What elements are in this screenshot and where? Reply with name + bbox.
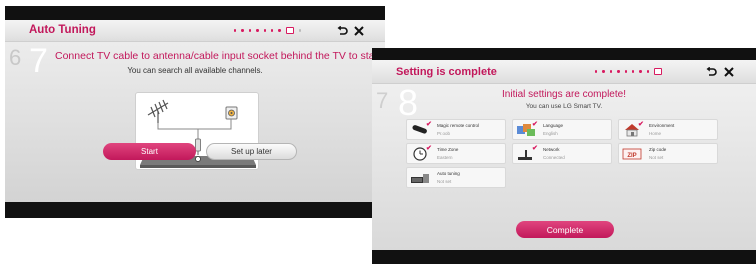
setting-value: Home (649, 131, 662, 136)
close-x-icon[interactable] (722, 65, 736, 79)
stage: Auto Tuning 6 7 8 Connect TV cable to an… (0, 0, 756, 264)
setting-value: Connected (543, 155, 565, 160)
back-arrow-icon[interactable] (704, 65, 718, 79)
instruction-subtext: You can search all available channels. (127, 66, 263, 75)
content-area: 6 7 8 Connect TV cable to antenna/cable … (5, 42, 415, 202)
page-title: Auto Tuning (29, 24, 96, 36)
setting-value: English (543, 131, 558, 136)
setting-value: Pr.oob (437, 131, 451, 136)
header-bar: Setting is complete (372, 60, 756, 84)
setting-label: Zip code (649, 147, 667, 152)
antenna-icon (147, 99, 169, 123)
set-up-later-button[interactable]: Set up later (206, 143, 297, 160)
setting-label: Time Zone (437, 147, 459, 152)
setting-tile-environment: ✔ Environment Home (618, 119, 718, 140)
check-icon: ✔ (638, 121, 644, 128)
bottom-letterbox (372, 250, 756, 264)
top-letterbox (5, 6, 385, 20)
setting-label: Network (543, 147, 560, 152)
completion-subheading: You can use LG Smart TV. (525, 103, 603, 110)
step-indicator (595, 68, 663, 75)
setting-tile-time-zone: ✔ Time Zone Eastern (406, 143, 506, 164)
content-area: 7 8 Initial settings are complete! You c… (372, 84, 756, 250)
complete-button[interactable]: Complete (516, 221, 614, 238)
completion-heading: Initial settings are complete! (502, 89, 626, 100)
start-button[interactable]: Start (103, 143, 196, 160)
back-arrow-icon[interactable] (335, 24, 349, 38)
check-icon: ✔ (426, 145, 432, 152)
zip-icon: ZIP (622, 147, 642, 161)
setting-value: Not set (437, 179, 452, 184)
wall-socket-icon (225, 106, 238, 120)
setting-tile-network: ✔ Network Connected (512, 143, 612, 164)
step-indicator (234, 27, 302, 34)
check-icon: ✔ (532, 121, 538, 128)
tv-tuning-icon (410, 171, 430, 185)
setting-value: Not set (649, 155, 664, 160)
close-x-icon[interactable] (352, 24, 366, 38)
check-icon: ✔ (426, 121, 432, 128)
bottom-letterbox (5, 202, 385, 218)
setting-tile-magic-remote: ✔ Magic remote control Pr.oob (406, 119, 506, 140)
setting-value: Eastern (437, 155, 453, 160)
setting-label: Magic remote control (437, 123, 480, 128)
setting-tile-language: ✔ Language English (512, 119, 612, 140)
top-letterbox (372, 48, 756, 60)
auto-tuning-screen: Auto Tuning 6 7 8 Connect TV cable to an… (5, 6, 415, 218)
setting-label: Auto tuning (437, 171, 460, 176)
setting-label: Language (543, 123, 564, 128)
header-bar: Auto Tuning (5, 20, 385, 42)
page-title: Setting is complete (396, 66, 497, 78)
setting-label: Environment (649, 123, 675, 128)
svg-text:ZIP: ZIP (627, 153, 636, 159)
check-icon: ✔ (532, 145, 538, 152)
setting-complete-screen: Setting is complete 7 8 Initial settings… (372, 48, 756, 264)
setting-tile-zip-code: ZIP Zip code Not set (618, 143, 718, 164)
setting-tile-auto-tuning: Auto tuning Not set (406, 167, 506, 188)
instruction-text: Connect TV cable to antenna/cable input … (55, 50, 416, 62)
